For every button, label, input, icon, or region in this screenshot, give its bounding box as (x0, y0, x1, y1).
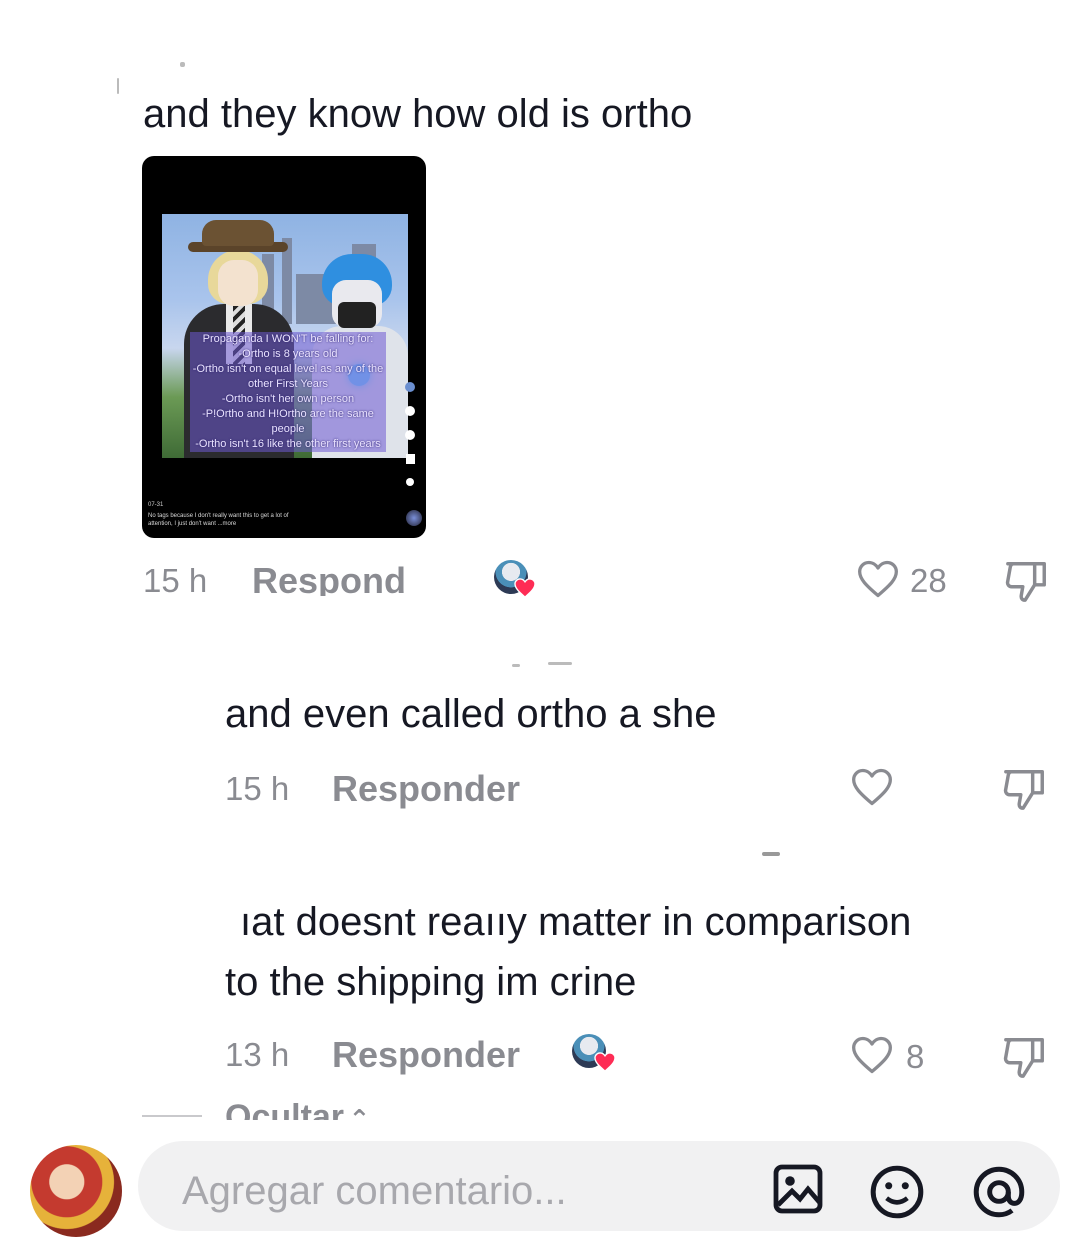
video-scene-image: Propaganda I WON'T be falling for: -Orth… (162, 214, 408, 458)
chevron-up-icon: ⌃ (348, 1104, 371, 1120)
like-button[interactable] (856, 558, 900, 600)
like-button[interactable] (850, 1034, 894, 1076)
like-count: 8 (906, 1038, 925, 1075)
speck-artifact (512, 664, 520, 667)
hide-replies-label: Ocultar (225, 1098, 345, 1120)
video-overlay-text: Propaganda I WON'T be falling for: -Orth… (190, 332, 386, 452)
dislike-button[interactable] (1000, 766, 1050, 812)
current-user-avatar (30, 1145, 122, 1237)
reply-button[interactable]: Respond (252, 560, 430, 596)
speck-artifact (548, 662, 572, 665)
heart-outline-icon (858, 560, 898, 598)
thumbs-down-icon (1005, 562, 1046, 602)
comment-input-placeholder: Agregar comentario... (182, 1169, 567, 1213)
image-icon[interactable] (772, 1163, 824, 1215)
speck-artifact (180, 62, 185, 67)
heart-outline-icon (852, 768, 892, 806)
comment-time: 13 h (225, 1036, 290, 1073)
video-date: 07-31 (148, 502, 164, 508)
like-button[interactable] (850, 766, 894, 808)
video-thumbnail[interactable]: Propaganda I WON'T be falling for: -Orth… (142, 156, 426, 538)
heart-outline-icon (852, 1036, 892, 1074)
video-action-rail (402, 382, 418, 500)
reply-button[interactable]: Responder (332, 1034, 520, 1076)
at-mention-icon[interactable] (970, 1163, 1028, 1221)
dislike-button[interactable] (1000, 1034, 1050, 1080)
hide-replies-button[interactable]: Ocultar ⌃ (225, 1098, 370, 1120)
emoji-icon[interactable] (868, 1163, 926, 1221)
speck-artifact (762, 852, 780, 856)
reply-button[interactable]: Responder (332, 768, 520, 810)
comment-text-line: ıat doesnt reaııy matter in comparison (240, 900, 912, 944)
like-count: 28 (910, 562, 947, 599)
creator-liked-badge (572, 1034, 616, 1078)
comment-text: and they know how old is ortho (143, 92, 693, 136)
comment-time: 15 h (225, 770, 290, 807)
dislike-button[interactable] (1002, 558, 1052, 604)
music-disc-icon (406, 510, 422, 526)
comment-composer[interactable]: Agregar comentario... (138, 1141, 1060, 1231)
comment-text-line: to the shipping im crine (225, 960, 637, 1004)
speck-artifact (117, 78, 119, 94)
thumbs-down-icon (1003, 1038, 1044, 1078)
comment-text: and even called ortho a she (225, 692, 717, 736)
liked-heart-icon (514, 578, 536, 598)
liked-heart-icon (594, 1052, 616, 1072)
creator-liked-badge (494, 560, 538, 604)
hide-divider (142, 1115, 202, 1117)
thumbs-down-icon (1003, 770, 1044, 810)
video-caption: No tags because I don't really want this… (148, 513, 289, 527)
comment-time: 15 h (143, 562, 208, 599)
